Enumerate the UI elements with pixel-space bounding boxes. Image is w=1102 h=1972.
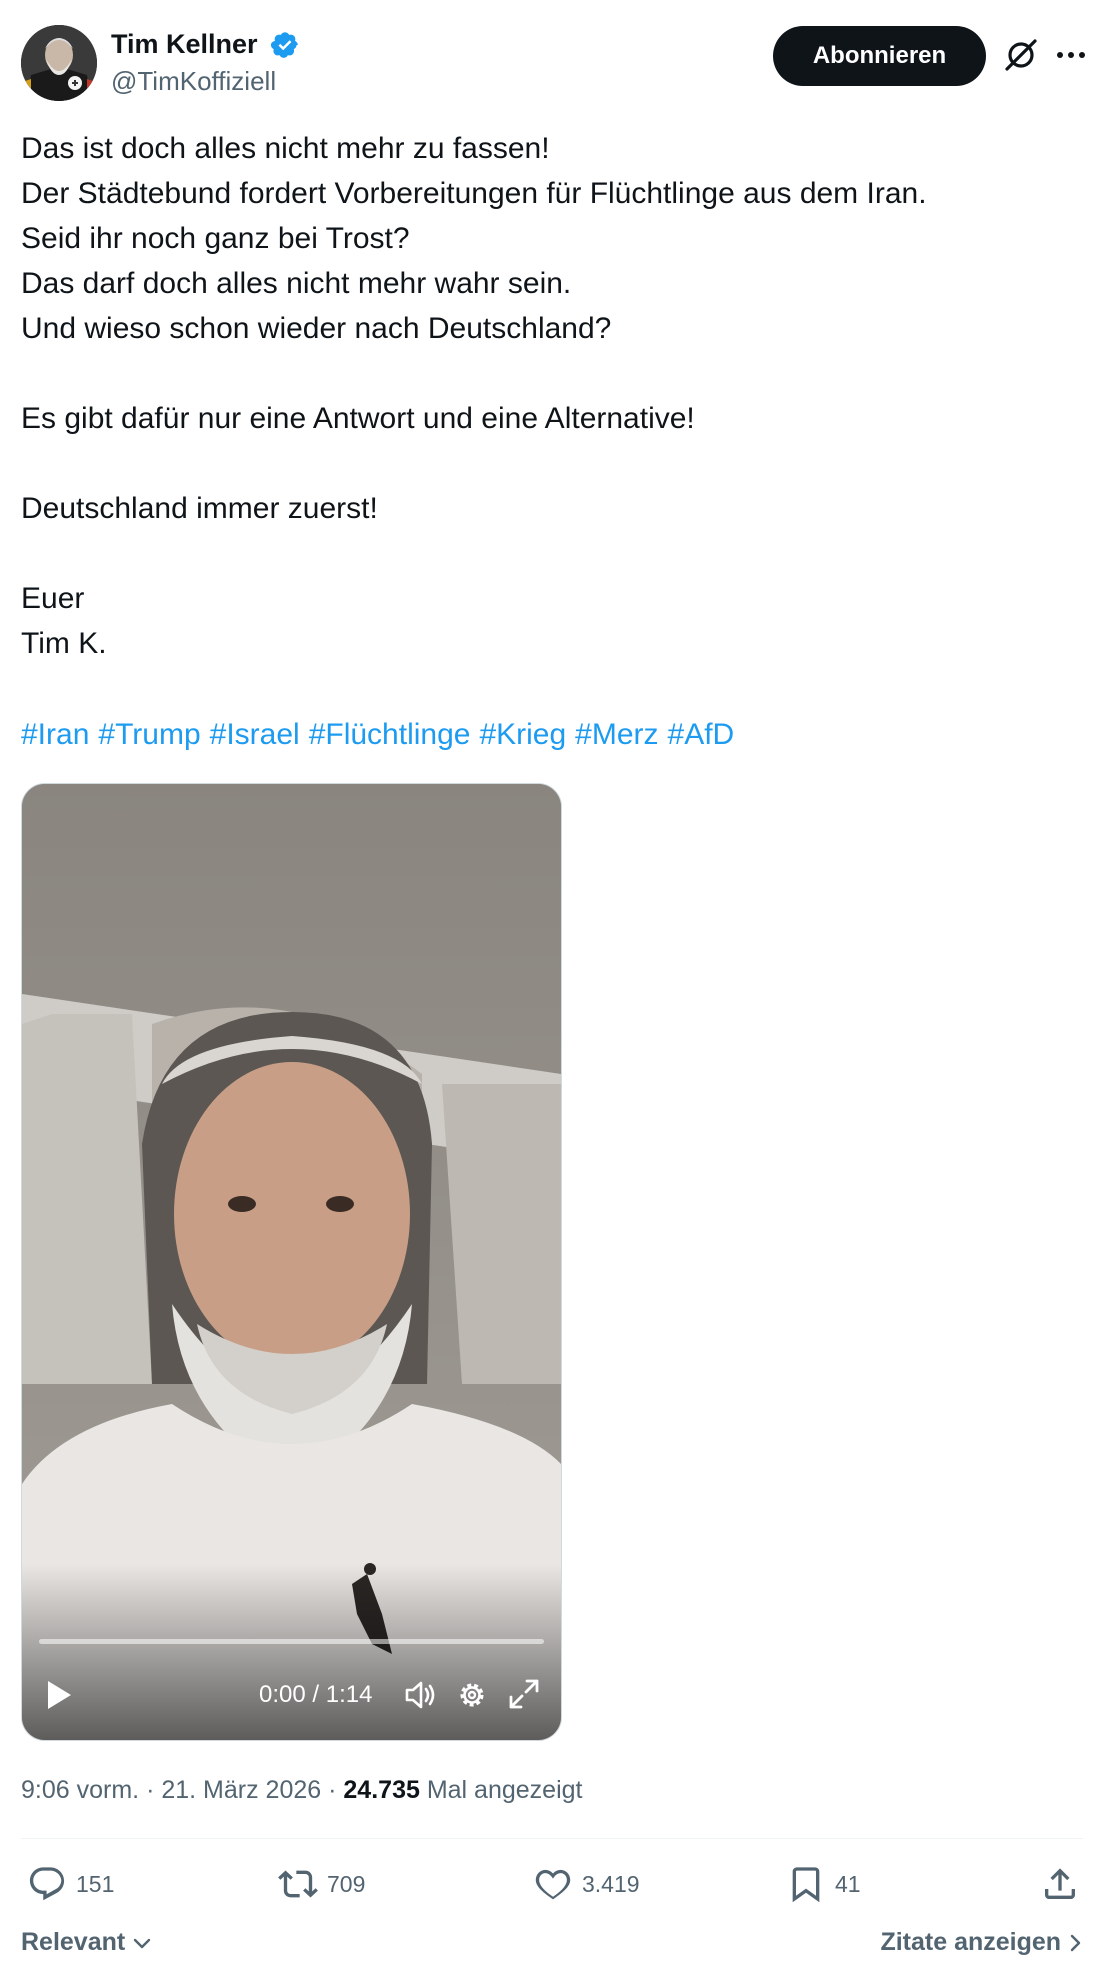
tweet-time[interactable]: 9:06 vorm. — [21, 1776, 139, 1804]
hashtag-link[interactable]: #Trump — [98, 718, 200, 751]
grok-icon[interactable] — [1002, 36, 1040, 74]
heart-icon — [535, 1869, 571, 1900]
reply-button[interactable]: 151 — [27, 1860, 114, 1908]
tweet-text: Das ist doch alles nicht mehr zu fassen!… — [21, 132, 927, 660]
view-quotes-link[interactable]: Zitate anzeigen — [880, 1925, 1082, 1959]
subscribe-button[interactable]: Abonnieren — [773, 26, 986, 86]
bookmark-button[interactable]: 41 — [786, 1860, 861, 1908]
meta-separator: · — [146, 1776, 155, 1804]
hashtag-link[interactable]: #Israel — [210, 718, 300, 751]
divider — [21, 1838, 1083, 1839]
share-icon — [1045, 1868, 1075, 1899]
volume-muted-icon[interactable] — [402, 1677, 438, 1713]
hashtag-link[interactable]: #Iran — [21, 718, 89, 751]
more-options-icon[interactable] — [1054, 40, 1088, 70]
view-count-suffix: Mal angezeigt — [426, 1776, 583, 1804]
avatar-image — [21, 25, 97, 101]
view-count: 24.735 — [343, 1776, 420, 1804]
sort-label: Relevant — [21, 1928, 126, 1956]
tweet-date[interactable]: 21. März 2026 — [161, 1776, 321, 1804]
tweet-meta: 9:06 vorm. · 21. März 2026 · 24.735 Mal … — [21, 1773, 582, 1807]
meta-separator: · — [328, 1776, 337, 1804]
bookmark-icon — [792, 1867, 820, 1903]
retweet-icon — [278, 1870, 318, 1898]
video-time-display: 0:00 / 1:14 — [259, 1681, 373, 1708]
like-button[interactable]: 3.419 — [533, 1860, 640, 1908]
settings-gear-icon[interactable] — [454, 1677, 490, 1713]
hashtag-list: #Iran #Trump #Israel #Flüchtlinge #Krieg #Mer… — [21, 712, 743, 757]
hashtag-link[interactable]: #Merz — [575, 718, 658, 751]
author-handle[interactable]: @TimKoffiziell — [111, 64, 276, 98]
share-button[interactable] — [1040, 1860, 1089, 1908]
author-avatar[interactable] — [21, 25, 97, 101]
video-progress-bar[interactable] — [39, 1639, 544, 1644]
video-frame — [22, 784, 561, 1740]
retweet-button[interactable]: 709 — [278, 1860, 365, 1908]
reply-count: 151 — [76, 1870, 115, 1897]
sort-replies-dropdown[interactable]: Relevant — [21, 1925, 152, 1959]
hashtag-link[interactable]: #Krieg — [479, 718, 566, 751]
hashtag-link[interactable]: #AfD — [668, 718, 735, 751]
fullscreen-icon[interactable] — [507, 1677, 541, 1711]
verified-badge-icon — [270, 30, 300, 60]
chevron-down-icon — [133, 1939, 151, 1949]
play-icon[interactable] — [44, 1678, 74, 1712]
retweet-count: 709 — [327, 1870, 366, 1897]
quotes-label: Zitate anzeigen — [880, 1928, 1062, 1956]
reply-icon — [29, 1867, 65, 1901]
author-display-name[interactable]: Tim Kellner — [111, 27, 258, 61]
chevron-right-icon — [1070, 1935, 1081, 1952]
hashtag-link[interactable]: #Flüchtlinge — [309, 718, 471, 751]
bookmark-count: 41 — [835, 1870, 861, 1897]
like-count: 3.419 — [582, 1870, 640, 1897]
video-player[interactable]: 0:00 / 1:14 — [21, 783, 562, 1741]
